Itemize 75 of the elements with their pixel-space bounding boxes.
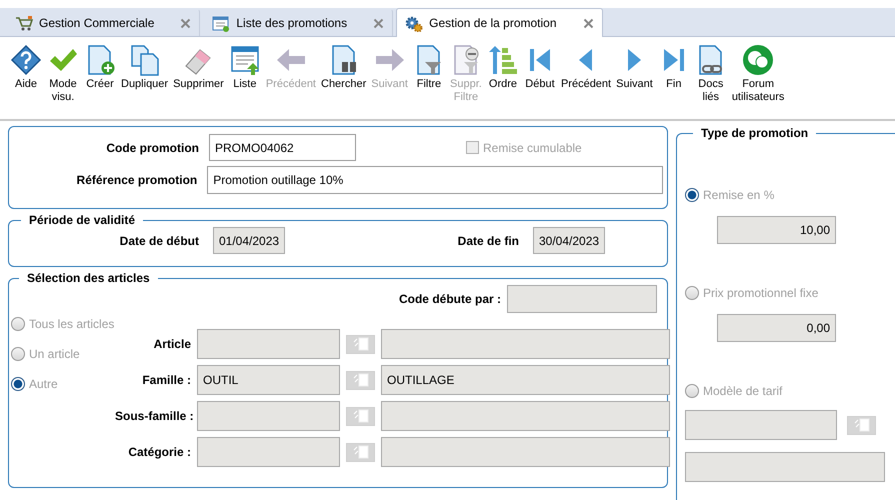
radio-circle[interactable] (685, 188, 699, 202)
close-icon[interactable] (180, 18, 192, 28)
lookup-icon (352, 373, 368, 387)
section-title: Période de validité (28, 213, 136, 227)
toolbar-button[interactable]: Mode visu. (45, 44, 81, 104)
field-label: Code débute par : (398, 292, 501, 306)
sort-icon (486, 44, 519, 76)
lookup-icon (854, 418, 870, 432)
tab-label: Gestion de la promotion (429, 16, 557, 30)
code-field[interactable]: OUTIL (197, 365, 340, 395)
lookup-icon (352, 337, 368, 351)
lookup-button[interactable] (847, 416, 876, 434)
toolbar-button[interactable]: Forum utilisateurs (730, 44, 786, 104)
input-field[interactable]: Promotion outillage 10% (207, 166, 663, 194)
name-field[interactable] (381, 437, 670, 467)
lookup-button[interactable] (346, 442, 375, 462)
toolbar-button[interactable]: Docs liés (692, 44, 729, 104)
code-field[interactable] (197, 329, 340, 359)
toolbar-button[interactable]: Ordre (484, 44, 521, 91)
help-icon (10, 44, 42, 76)
section-title: Sélection des articles (26, 271, 151, 285)
toolbar-button[interactable]: Aide (8, 44, 44, 91)
tab-label: Liste des promotions (236, 16, 348, 30)
field-label: Catégorie : (127, 445, 191, 459)
input-field[interactable] (685, 410, 837, 440)
section-title: Type de promotion (700, 126, 810, 140)
field-label: Famille : (141, 373, 191, 387)
toolbar-button[interactable]: Suivant (614, 44, 655, 91)
input-field[interactable] (685, 452, 885, 482)
radio-circle[interactable] (685, 384, 699, 398)
code-field[interactable] (197, 401, 340, 431)
radio-circle[interactable] (11, 347, 25, 361)
field-label: Sous-famille : (115, 409, 191, 423)
amount-field[interactable]: 0,00 (717, 314, 836, 342)
gear-icon (405, 14, 424, 32)
radio-circle[interactable] (11, 317, 25, 331)
copy-icon (128, 44, 161, 76)
close-icon[interactable] (582, 18, 594, 28)
tab[interactable]: Gestion de la promotion (396, 8, 603, 37)
close-icon[interactable] (373, 18, 384, 28)
code-field[interactable] (197, 437, 340, 467)
toolbar-button[interactable]: Créer (82, 44, 118, 91)
name-field[interactable] (381, 329, 670, 359)
toolbar-button[interactable]: Supprimer (171, 44, 226, 91)
toolbar-button[interactable]: Filtre (410, 44, 447, 91)
chat-icon (742, 44, 774, 76)
lookup-button[interactable] (346, 334, 375, 354)
radio-circle[interactable] (11, 377, 25, 391)
field-label: Code promotion (105, 140, 199, 154)
lookup-button[interactable] (346, 406, 375, 426)
toolbar-button[interactable]: Début (522, 44, 558, 91)
toolbar-button[interactable]: Chercher (319, 44, 368, 91)
table-icon (212, 14, 230, 32)
tab-label: Gestion Commerciale (39, 16, 154, 30)
lookup-button[interactable] (346, 370, 375, 390)
toolbar-button[interactable]: Dupliquer (119, 44, 170, 91)
lookup-icon (352, 445, 368, 459)
toolbar-button[interactable]: Liste (226, 44, 263, 91)
field-label: Date de fin (456, 234, 519, 248)
name-field[interactable] (381, 401, 670, 431)
radio-circle[interactable] (685, 286, 699, 300)
lookup-icon (352, 409, 368, 423)
date-field[interactable]: 01/04/2023 (213, 227, 285, 254)
toolbar-button[interactable]: Précédent (558, 44, 614, 91)
list-icon (228, 44, 261, 76)
date-field[interactable]: 30/04/2023 (533, 227, 605, 254)
input-field[interactable]: PROMO04062 (209, 134, 356, 161)
input-field[interactable] (507, 285, 657, 313)
toolbar-button[interactable]: Fin (656, 44, 692, 91)
cart-icon (15, 14, 33, 32)
name-field[interactable]: OUTILLAGE (381, 365, 670, 395)
field-label: Date de début (118, 234, 199, 248)
amount-field[interactable]: 10,00 (717, 216, 836, 244)
field-label: Article (152, 337, 191, 351)
field-label: Référence promotion (76, 173, 198, 187)
